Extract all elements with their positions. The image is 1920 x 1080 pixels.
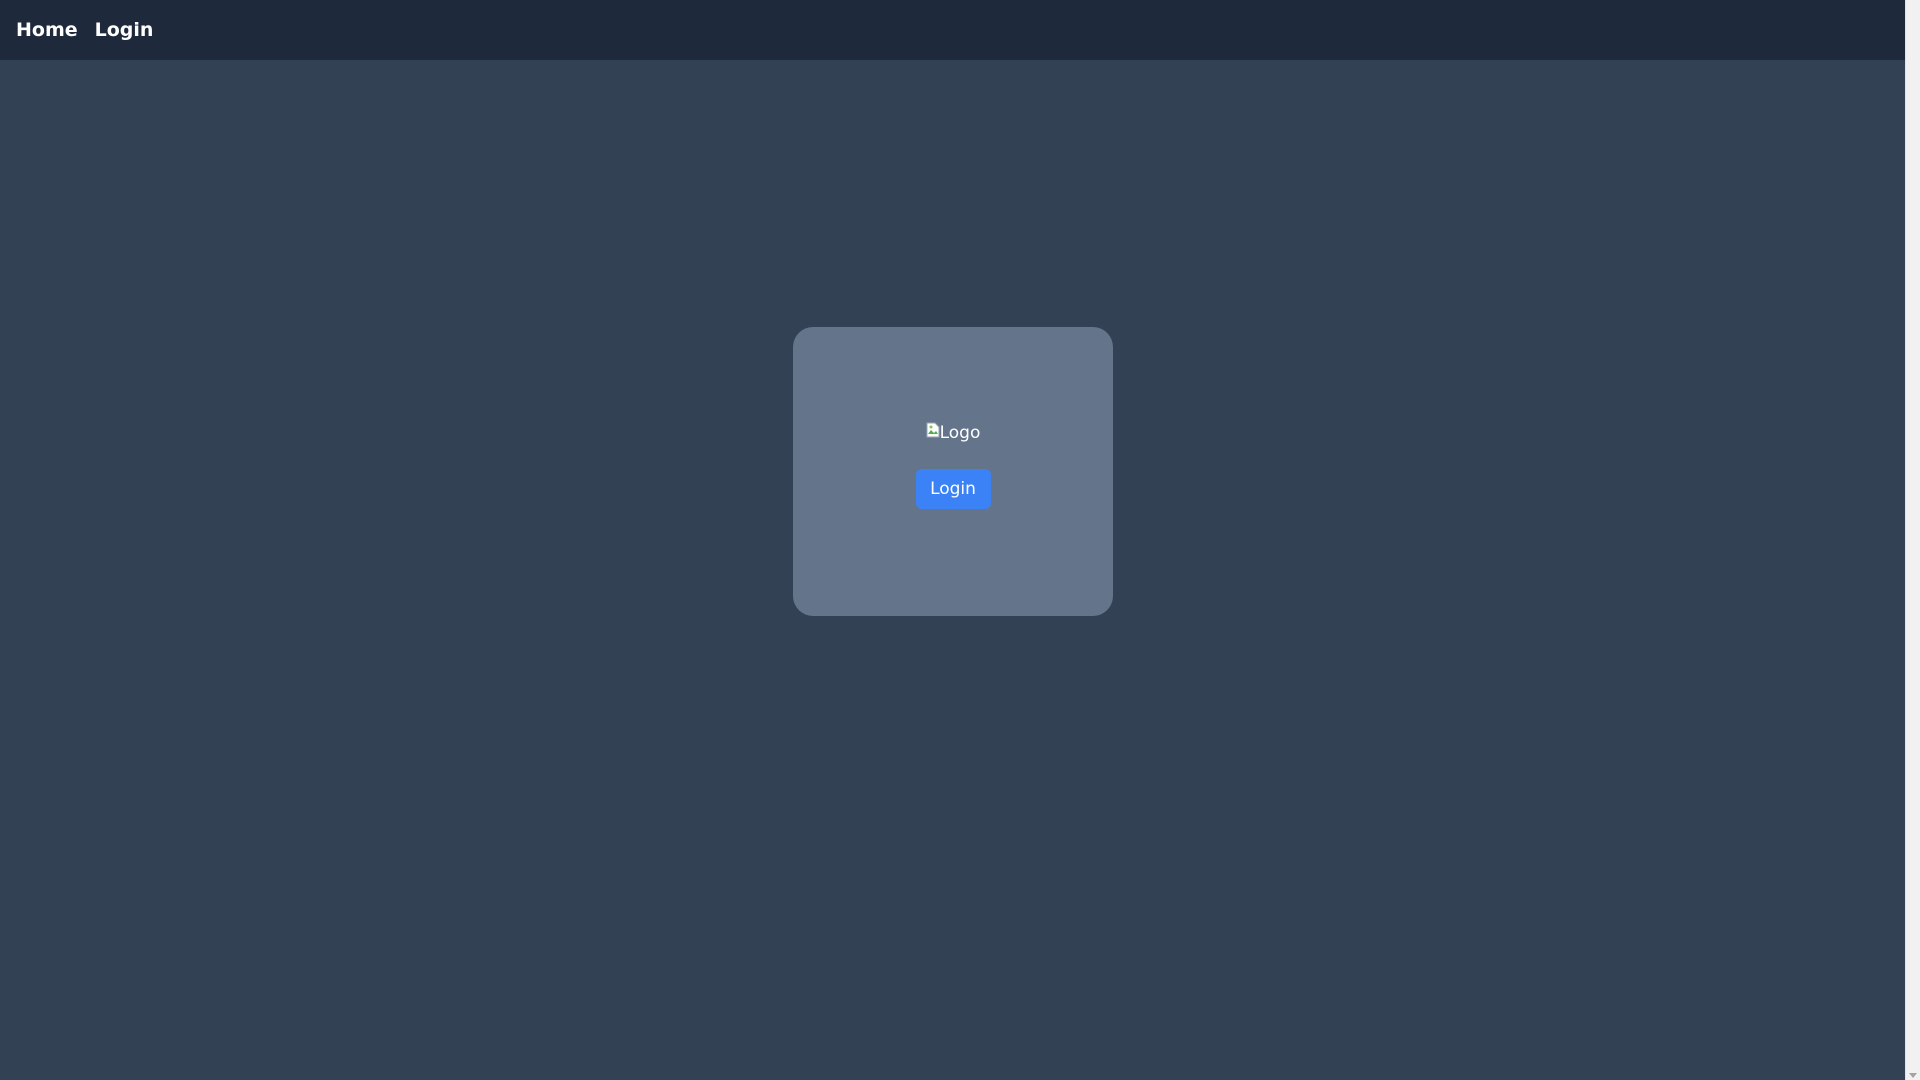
main-content: Logo Login bbox=[0, 60, 1905, 1080]
login-card: Logo Login bbox=[793, 327, 1113, 616]
logo-image: Logo bbox=[926, 422, 981, 447]
login-button[interactable]: Login bbox=[915, 469, 991, 509]
logo-alt-text: Logo bbox=[939, 423, 981, 443]
chevron-down-icon[interactable] bbox=[1909, 1073, 1917, 1078]
nav-link-home[interactable]: Home bbox=[16, 19, 78, 41]
broken-image-icon bbox=[926, 422, 940, 438]
nav-link-login[interactable]: Login bbox=[95, 19, 154, 41]
top-navbar: Home Login bbox=[0, 0, 1905, 60]
vertical-scrollbar[interactable] bbox=[1905, 0, 1920, 1080]
